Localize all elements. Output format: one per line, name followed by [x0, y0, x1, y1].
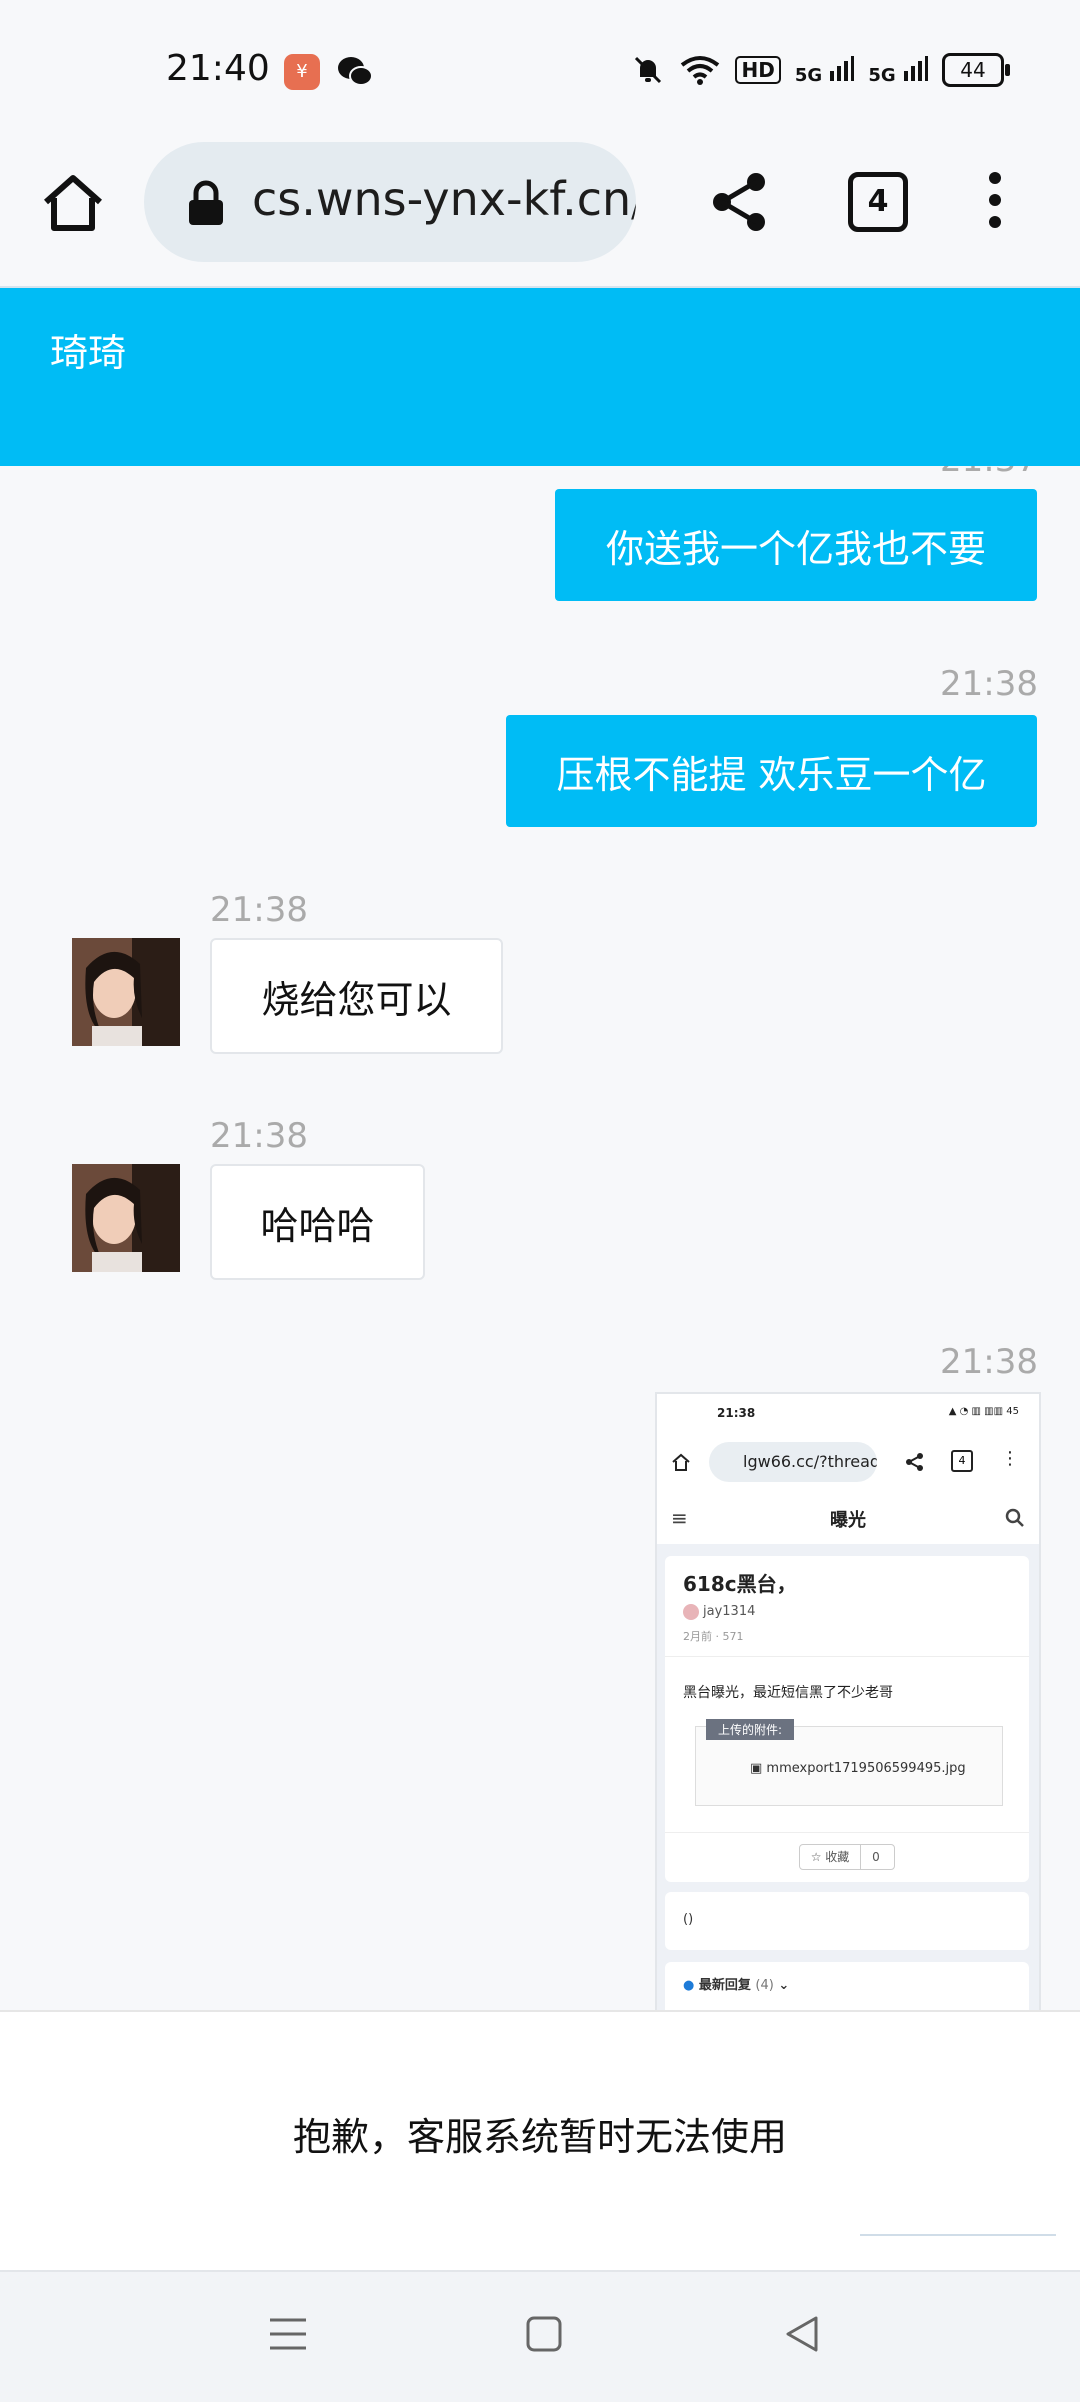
- contact-avatar[interactable]: [72, 1164, 180, 1272]
- attachment-file: ▣ mmexport1719506599495.jpg: [750, 1761, 966, 1776]
- recent-apps-icon[interactable]: [266, 2312, 310, 2356]
- message-timestamp: 21:37: [940, 466, 1038, 480]
- post-title: 618c黑台，: [683, 1572, 797, 1596]
- signal-bars-icon: [830, 55, 855, 81]
- message-timestamp: 21:38: [210, 890, 308, 930]
- service-unavailable-notice: 抱歉，客服系统暂时无法使用: [0, 2010, 1080, 2272]
- user-avatar: [683, 1604, 699, 1620]
- browser-toolbar: cs.wns-ynx-kf.cn/ 4: [0, 140, 1080, 289]
- favorite-button: ☆ 收藏 0: [799, 1844, 895, 1870]
- back-icon[interactable]: [780, 2312, 824, 2356]
- replies-header: ● 最新回复 (4) ⌄: [683, 1978, 790, 1993]
- incoming-message[interactable]: 烧给您可以: [210, 938, 503, 1054]
- status-bar: 21:40 ¥ HD 5G 5G 44: [0, 0, 1080, 140]
- chat-header: 琦琦: [0, 288, 1080, 466]
- status-icons: HD 5G 5G 44: [631, 48, 1010, 92]
- image-nav-title: 曝光: [830, 1510, 866, 1531]
- image-status-time: 21:38: [717, 1406, 756, 1420]
- system-nav-bar: [0, 2270, 1080, 2402]
- image-page-body: 618c黑台， jay1314 2月前 · 571 黑台曝光，最近短信黑了不少老…: [657, 1544, 1039, 2011]
- divider: [665, 1656, 1029, 1657]
- incoming-message[interactable]: 哈哈哈: [210, 1164, 425, 1280]
- home-icon[interactable]: [40, 170, 106, 236]
- outgoing-message[interactable]: 你送我一个亿我也不要: [555, 489, 1037, 601]
- message-timestamp: 21:38: [210, 1116, 308, 1156]
- url-text: cs.wns-ynx-kf.cn/: [252, 172, 636, 226]
- contact-avatar[interactable]: [72, 938, 180, 1046]
- more-options-icon[interactable]: [980, 168, 1010, 232]
- share-icon[interactable]: [710, 170, 770, 234]
- mute-bell-icon: [635, 56, 662, 84]
- image-message[interactable]: 21:38 ▲ ◔ ▥ ▥▥ 45 lgw66.cc/?thread 4 ⋮ ≡…: [655, 1392, 1041, 2011]
- chat-title: 琦琦: [50, 331, 127, 375]
- address-bar[interactable]: cs.wns-ynx-kf.cn/: [144, 142, 636, 262]
- chat-messages[interactable]: 21:37 你送我一个亿我也不要 21:38 压根不能提 欢乐豆一个亿 21:3…: [0, 466, 1080, 2011]
- hd-voice-badge: HD: [735, 56, 781, 84]
- more-options-icon: ⋮: [1001, 1448, 1019, 1469]
- home-icon: [672, 1453, 690, 1471]
- home-nav-icon[interactable]: [522, 2312, 566, 2356]
- status-time: 21:40: [166, 48, 270, 89]
- post-card: 618c黑台， jay1314 2月前 · 571 黑台曝光，最近短信黑了不少老…: [665, 1556, 1029, 1882]
- wechat-icon: [338, 57, 373, 86]
- message-timestamp: 21:38: [940, 1342, 1038, 1382]
- post-user: jay1314: [703, 1604, 756, 1619]
- image-nav-bar: ≡ 曝光: [657, 1492, 1039, 1545]
- lock-icon: [189, 180, 223, 225]
- share-icon: [906, 1453, 923, 1471]
- outgoing-message[interactable]: 压根不能提 欢乐豆一个亿: [506, 715, 1037, 827]
- image-url-bar: lgw66.cc/?thread: [709, 1442, 877, 1482]
- comment-text: (): [683, 1912, 694, 1927]
- post-body: 黑台曝光，最近短信黑了不少老哥: [683, 1685, 893, 1701]
- notice-underline: [860, 2234, 1056, 2236]
- message-timestamp: 21:38: [940, 664, 1038, 704]
- wifi-icon: [681, 56, 720, 85]
- search-icon: [1005, 1508, 1024, 1527]
- battery-indicator: 44: [942, 53, 1010, 87]
- signal-bars-icon: [904, 55, 928, 81]
- signal-5g-1: 5G: [795, 55, 855, 86]
- tab-switcher-icon: 4: [951, 1450, 973, 1472]
- yen-app-icon: ¥: [284, 54, 320, 90]
- image-status-bar: 21:38 ▲ ◔ ▥ ▥▥ 45: [657, 1394, 1039, 1428]
- signal-5g-2: 5G: [868, 55, 928, 86]
- replies-card: ● 最新回复 (4) ⌄: [665, 1962, 1029, 2011]
- image-browser-bar: lgw66.cc/?thread 4 ⋮: [657, 1434, 1039, 1494]
- notice-text: 抱歉，客服系统暂时无法使用: [292, 2115, 787, 2159]
- divider: [665, 1832, 1029, 1833]
- post-meta: 2月前 · 571: [683, 1630, 744, 1643]
- comment-card: (): [665, 1892, 1029, 1950]
- tab-switcher-button[interactable]: 4: [848, 172, 908, 232]
- image-status-icons: ▲ ◔ ▥ ▥▥ 45: [948, 1406, 1019, 1417]
- attachment-label: 上传的附件:: [706, 1719, 795, 1740]
- attachment-box: 上传的附件: ▣ mmexport1719506599495.jpg: [695, 1719, 1003, 1806]
